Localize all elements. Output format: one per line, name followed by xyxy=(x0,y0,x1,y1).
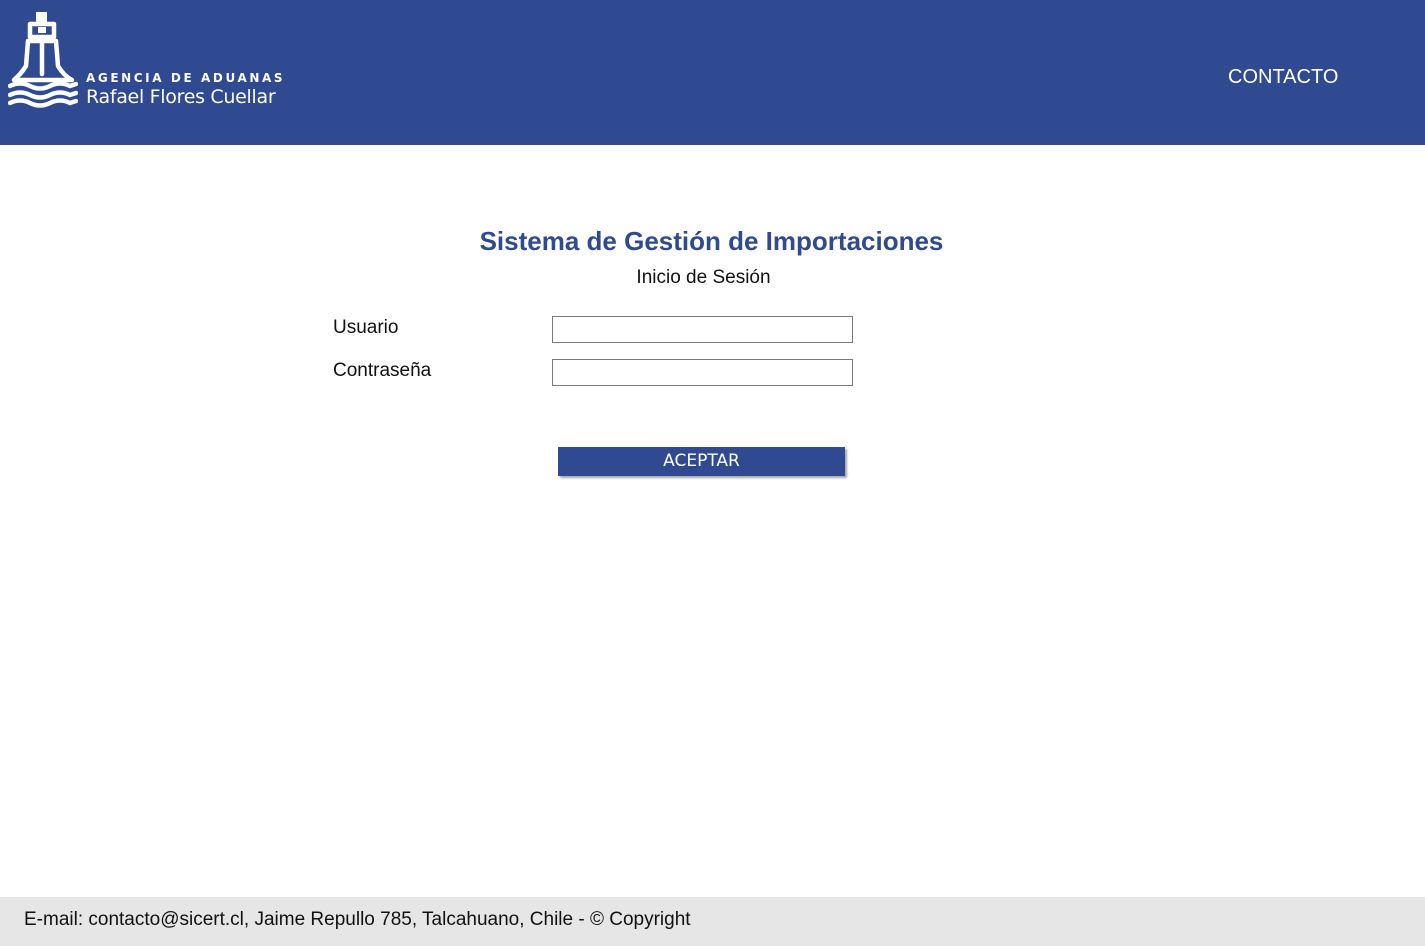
username-label: Usuario xyxy=(333,317,399,338)
agency-logo[interactable]: AGENCIA DE ADUANAS Rafael Flores Cuellar xyxy=(8,8,288,108)
page: AGENCIA DE ADUANAS Rafael Flores Cuellar… xyxy=(0,0,1425,946)
logo-tagline: AGENCIA DE ADUANAS xyxy=(86,71,286,85)
page-subtitle-text: Inicio de Sesión xyxy=(636,267,771,288)
page-title-text: Sistema de Gestión de Importaciones xyxy=(479,226,944,256)
site-header: AGENCIA DE ADUANAS Rafael Flores Cuellar… xyxy=(0,0,1425,145)
accept-button[interactable]: ACEPTAR xyxy=(558,447,845,476)
nav-contact-link[interactable]: CONTACTO xyxy=(1228,64,1338,90)
site-footer: E-mail: contacto@sicert.cl, Jaime Repull… xyxy=(0,897,1425,946)
ship-icon xyxy=(8,12,78,108)
footer-contact-text: E-mail: contacto@sicert.cl, Jaime Repull… xyxy=(24,909,691,930)
page-title: Sistema de Gestión de Importaciones xyxy=(0,225,1425,257)
password-input[interactable] xyxy=(552,359,853,386)
logo-company-name: Rafael Flores Cuellar xyxy=(86,86,276,108)
username-input[interactable] xyxy=(552,316,853,343)
password-label: Contraseña xyxy=(333,360,432,381)
page-subtitle: Inicio de Sesión xyxy=(0,266,1425,290)
logo-text: AGENCIA DE ADUANAS Rafael Flores Cuellar xyxy=(86,70,285,108)
